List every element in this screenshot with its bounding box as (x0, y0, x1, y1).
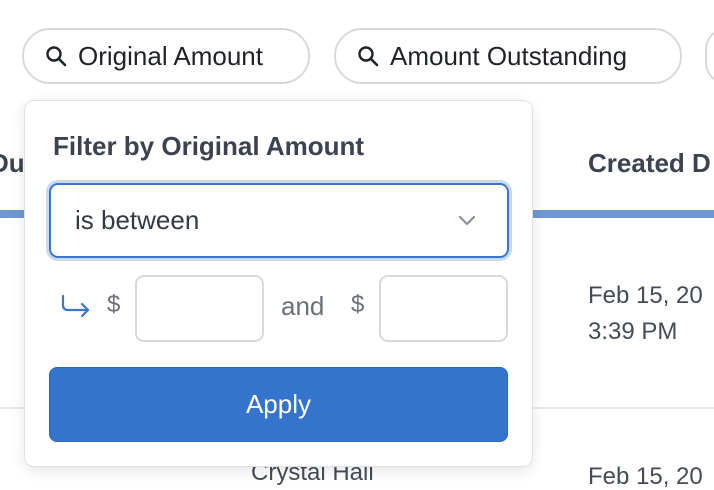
created-date-cell: Feb 15, 20 3:39 PM (588, 278, 703, 350)
created-date: Feb 15, 20 (588, 282, 703, 309)
max-amount-input[interactable] (379, 275, 508, 342)
and-label: and (281, 291, 325, 321)
chevron-down-icon (458, 215, 476, 226)
filter-popover: Filter by Original Amount is between $ a… (24, 100, 533, 467)
search-icon (46, 46, 67, 67)
created-date-cell: Feb 15, 20 (588, 463, 703, 490)
filter-chip-amount-outstanding[interactable]: Amount Outstanding (334, 28, 682, 84)
created-time: 3:39 PM (588, 318, 678, 345)
apply-button[interactable]: Apply (49, 367, 508, 442)
return-arrow-icon (61, 294, 90, 318)
table-header-created-date[interactable]: Created D (588, 148, 711, 179)
min-amount-input[interactable] (135, 275, 264, 342)
currency-symbol: $ (351, 291, 365, 318)
filter-chip-more[interactable] (705, 28, 714, 84)
table-header-dues[interactable]: Du (0, 148, 25, 179)
search-icon (358, 46, 379, 67)
filter-chip-original-amount[interactable]: Original Amount (22, 28, 310, 84)
condition-select[interactable]: is between (49, 183, 509, 258)
filter-chip-label: Amount Outstanding (390, 40, 628, 71)
currency-symbol: $ (107, 291, 121, 318)
filter-chip-label: Original Amount (78, 40, 263, 71)
condition-select-value: is between (75, 205, 200, 235)
popover-title: Filter by Original Amount (53, 131, 365, 161)
